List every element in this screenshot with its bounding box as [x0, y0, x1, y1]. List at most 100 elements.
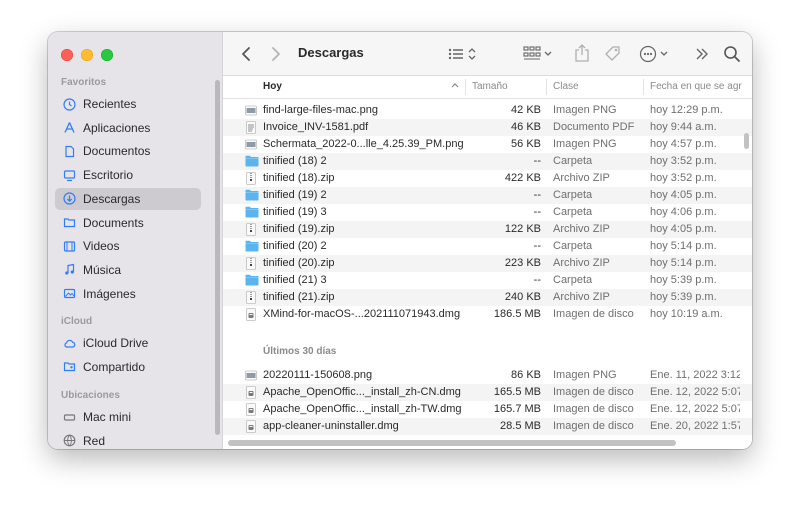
file-row[interactable]: tinified (21) 3 -- Carpeta hoy 5:39 p.m. [223, 272, 752, 289]
sidebar-item-label: Escritorio [83, 168, 134, 183]
column-name-header[interactable]: Hoy [263, 81, 282, 92]
file-row[interactable]: 20220111-150608.png 86 KB Imagen PNG Ene. 1… [223, 367, 752, 384]
file-row[interactable]: XMind-for-macOS-...202111071943.dmg 186.5… [223, 306, 752, 323]
desktop-icon [63, 169, 76, 181]
sidebar-item-escritorio[interactable]: Escritorio [55, 164, 201, 186]
file-icon [245, 257, 257, 273]
sidebar-item-imágenes[interactable]: Imágenes [55, 283, 201, 305]
search-button[interactable] [723, 45, 741, 63]
vertical-scrollbar[interactable] [744, 133, 749, 149]
column-kind-header[interactable]: Clase [553, 81, 579, 92]
image-file-icon [245, 370, 257, 381]
file-name: tinified (18).zip [263, 172, 335, 184]
sidebar-item-documentos[interactable]: Documentos [55, 140, 201, 162]
file-row[interactable]: tinified (21).zip 240 KB Archivo ZIP hoy 5:… [223, 289, 752, 306]
sidebar-item-label: Aplicaciones [83, 120, 151, 135]
minimize-window-button[interactable] [81, 49, 93, 61]
sidebar-item-label: Red [83, 433, 106, 448]
file-size: -- [533, 155, 541, 167]
actions-button[interactable] [639, 44, 671, 64]
sidebar-item-icloud-drive[interactable]: iCloud Drive [55, 332, 201, 354]
sidebar-item-mac-mini[interactable]: Mac mini [55, 406, 201, 428]
file-row[interactable]: Invoice_INV-1581.pdf 46 KB Documento PDF ho… [223, 119, 752, 136]
fullscreen-window-button[interactable] [101, 49, 113, 61]
apps-icon [64, 122, 75, 133]
file-icon [245, 121, 257, 137]
sidebar-section-header: iCloud [61, 316, 93, 327]
file-date-added: hoy 3:52 p.m. [650, 155, 717, 167]
file-date-added: hoy 4:05 p.m. [650, 189, 717, 201]
file-date-added: hoy 12:29 p.m. [650, 104, 723, 116]
forward-button[interactable] [271, 46, 281, 62]
file-kind: Imagen de disco [553, 308, 634, 320]
file-name: tinified (19) 2 [263, 189, 327, 201]
view-mode-button[interactable] [448, 46, 480, 62]
zip-file-icon [246, 172, 256, 185]
folder-icon [245, 189, 259, 201]
file-rows: find-large-files-mac.png 42 KB Imagen PNG h… [223, 98, 752, 437]
file-name: find-large-files-mac.png [263, 104, 378, 116]
more-toolbar-button[interactable] [695, 46, 709, 62]
zip-file-icon [246, 291, 256, 304]
sidebar-section-header: Favoritos [61, 77, 107, 88]
file-kind: Imagen de disco [553, 386, 634, 398]
file-row[interactable]: tinified (19).zip 122 KB Archivo ZIP hoy 4:… [223, 221, 752, 238]
file-date-added: Ene. 12, 2022 5:07 [650, 386, 740, 398]
sidebar-scrollbar[interactable] [215, 80, 220, 435]
file-name: tinified (20).zip [263, 257, 335, 269]
file-kind: Carpeta [553, 155, 593, 167]
sidebar-item-label: Videos [83, 239, 120, 254]
file-date-added: Ene. 20, 2022 1:57 [650, 420, 740, 432]
file-row[interactable]: Schermata_2022-0...lle_4.25.39_PM.png 56 … [223, 136, 752, 153]
file-date-added: hoy 4:06 p.m. [650, 206, 717, 218]
file-row[interactable]: tinified (19) 2 -- Carpeta hoy 4:05 p.m. [223, 187, 752, 204]
sidebar-item-documents[interactable]: Documents [55, 212, 201, 234]
sidebar-item-recientes[interactable]: Recientes [55, 93, 201, 115]
file-row[interactable]: find-large-files-mac.png 42 KB Imagen PNG h… [223, 102, 752, 119]
file-kind: Documento PDF [553, 121, 635, 133]
file-size: -- [533, 189, 541, 201]
window-title: Descargas [298, 45, 364, 60]
clock-icon [63, 97, 76, 111]
file-row[interactable]: tinified (18) 2 -- Carpeta hoy 3:52 p.m. [223, 153, 752, 170]
column-date-header[interactable]: Fecha en que se agr [650, 81, 742, 92]
globe-icon [63, 434, 76, 447]
file-name: app-cleaner-uninstaller.dmg [263, 420, 399, 432]
sidebar-item-descargas[interactable]: Descargas [55, 187, 201, 210]
disk-image-icon [246, 403, 256, 416]
sidebar-item-label: Documents [83, 215, 144, 230]
file-size: 46 KB [511, 121, 541, 133]
window-controls [61, 49, 113, 61]
file-name: tinified (21) 3 [263, 274, 327, 286]
file-kind: Carpeta [553, 206, 593, 218]
horizontal-scrollbar[interactable] [228, 440, 676, 446]
file-row[interactable]: Apache_OpenOffic..._install_zh-CN.dmg 165… [223, 384, 752, 401]
file-row[interactable]: Apache_OpenOffic..._install_zh-TW.dmg 165… [223, 401, 752, 418]
column-size-header[interactable]: Tamaño [472, 81, 508, 92]
close-window-button[interactable] [61, 49, 73, 61]
computer-icon [63, 413, 76, 421]
share-button[interactable] [574, 43, 590, 63]
sidebar-item-música[interactable]: Música [55, 259, 201, 281]
file-icon [245, 155, 259, 170]
file-row[interactable]: tinified (18).zip 422 KB Archivo ZIP hoy 3:… [223, 170, 752, 187]
sidebar-item-label: iCloud Drive [83, 336, 149, 350]
file-kind: Imagen de disco [553, 403, 634, 415]
sidebar-item-compartido[interactable]: Compartido [55, 356, 201, 378]
file-name: tinified (18) 2 [263, 155, 327, 167]
tags-button[interactable] [603, 44, 623, 64]
file-row[interactable]: app-cleaner-uninstaller.dmg 28.5 MB Imagen… [223, 418, 752, 435]
file-row[interactable]: tinified (20) 2 -- Carpeta hoy 5:14 p.m. [223, 238, 752, 255]
sidebar-item-red[interactable]: Red [55, 430, 201, 449]
group-button[interactable] [523, 45, 555, 63]
file-date-added: hoy 5:39 p.m. [650, 291, 717, 303]
back-button[interactable] [241, 46, 251, 62]
file-kind: Carpeta [553, 189, 593, 201]
sidebar-item-videos[interactable]: Videos [55, 235, 201, 257]
file-date-added: hoy 5:14 p.m. [650, 240, 717, 252]
sidebar-item-aplicaciones[interactable]: Aplicaciones [55, 117, 201, 139]
file-row[interactable]: tinified (19) 3 -- Carpeta hoy 4:06 p.m. [223, 204, 752, 221]
disk-image-icon [246, 308, 256, 321]
image-file-icon [245, 139, 257, 150]
file-row[interactable]: tinified (20).zip 223 KB Archivo ZIP hoy 5:… [223, 255, 752, 272]
